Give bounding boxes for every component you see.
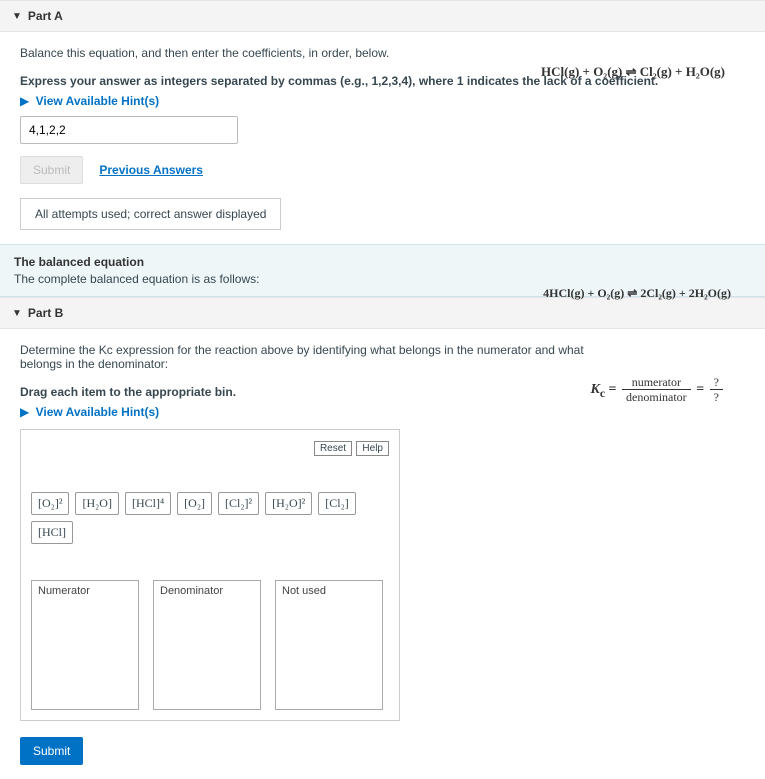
tiles-row: [O₂]² [H₂O] [HCl]⁴ [O₂] [Cl₂]² [H₂O]² [C… — [31, 492, 389, 544]
numerator-bin[interactable]: Numerator — [31, 580, 139, 710]
feedback-message: All attempts used; correct answer displa… — [20, 198, 281, 230]
part-a-header[interactable]: ▼ Part A — [0, 0, 765, 32]
drag-tools: Reset Help — [31, 440, 389, 456]
balanced-title: The balanced equation — [14, 255, 751, 269]
part-a-instruction: Balance this equation, and then enter th… — [20, 46, 745, 60]
tile[interactable]: [H₂O]² — [265, 492, 312, 515]
bins-row: Numerator Denominator Not used — [31, 580, 389, 710]
part-a-equation: HCl(g) + O₂(g) ⇌ Cl₂(g) + H₂O(g) — [541, 64, 725, 80]
part-b-body: Determine the Kc expression for the reac… — [0, 329, 765, 779]
part-b-title: Part B — [28, 306, 63, 320]
kc-expression: Kc = numerator denominator = ? ? — [591, 375, 725, 405]
answer-input-a[interactable] — [20, 116, 238, 144]
part-b-instruction: Determine the Kc expression for the reac… — [20, 343, 610, 371]
tile[interactable]: [O₂] — [177, 492, 212, 515]
tile[interactable]: [Cl₂]² — [218, 492, 259, 515]
kc-eq1: = — [609, 382, 617, 397]
tile[interactable]: [Cl₂] — [318, 492, 356, 515]
kc-frac-q: ? ? — [710, 375, 723, 405]
caret-down-icon: ▼ — [12, 11, 22, 22]
not-used-bin[interactable]: Not used — [275, 580, 383, 710]
kc-frac-num-q: ? — [710, 375, 723, 390]
submit-button-b[interactable]: Submit — [20, 737, 83, 765]
kc-frac-words: numerator denominator — [622, 375, 691, 405]
balanced-equation: 4HCl(g) + O₂(g) ⇌ 2Cl₂(g) + 2H₂O(g) — [543, 286, 731, 301]
previous-answers-link[interactable]: Previous Answers — [99, 163, 203, 177]
part-a-body: Balance this equation, and then enter th… — [0, 32, 765, 244]
tile[interactable]: [HCl] — [31, 521, 73, 544]
kc-frac-num-word: numerator — [622, 375, 691, 390]
caret-right-icon: ▶ — [20, 94, 29, 108]
kc-frac-den-q: ? — [710, 390, 723, 404]
hints-toggle-b[interactable]: ▶ View Available Hint(s) — [20, 405, 745, 419]
drag-drop-area: Reset Help [O₂]² [H₂O] [HCl]⁴ [O₂] [Cl₂]… — [20, 429, 400, 721]
submit-row-a: Submit Previous Answers — [20, 156, 745, 184]
help-button[interactable]: Help — [356, 441, 389, 456]
kc-sub: c — [600, 387, 605, 400]
balanced-subtitle: The complete balanced equation is as fol… — [14, 272, 751, 286]
kc-eq2: = — [696, 382, 704, 397]
hints-toggle-a[interactable]: ▶ View Available Hint(s) — [20, 94, 745, 108]
view-hints-label-b: View Available Hint(s) — [36, 405, 160, 419]
part-b-header[interactable]: ▼ Part B — [0, 297, 765, 329]
caret-down-icon: ▼ — [12, 308, 22, 319]
part-a-title: Part A — [28, 9, 63, 23]
tile[interactable]: [H₂O] — [75, 492, 119, 515]
tile[interactable]: [HCl]⁴ — [125, 492, 171, 515]
denominator-bin[interactable]: Denominator — [153, 580, 261, 710]
tile[interactable]: [O₂]² — [31, 492, 69, 515]
balanced-equation-section: The balanced equation The complete balan… — [0, 244, 765, 297]
denominator-bin-label: Denominator — [154, 581, 260, 601]
numerator-bin-label: Numerator — [32, 581, 138, 601]
reset-button[interactable]: Reset — [314, 441, 352, 456]
kc-frac-den-word: denominator — [622, 390, 691, 404]
view-hints-label: View Available Hint(s) — [36, 94, 160, 108]
kc-k: K — [591, 382, 600, 397]
caret-right-icon: ▶ — [20, 405, 29, 419]
submit-button-a: Submit — [20, 156, 83, 184]
not-used-bin-label: Not used — [276, 581, 382, 601]
